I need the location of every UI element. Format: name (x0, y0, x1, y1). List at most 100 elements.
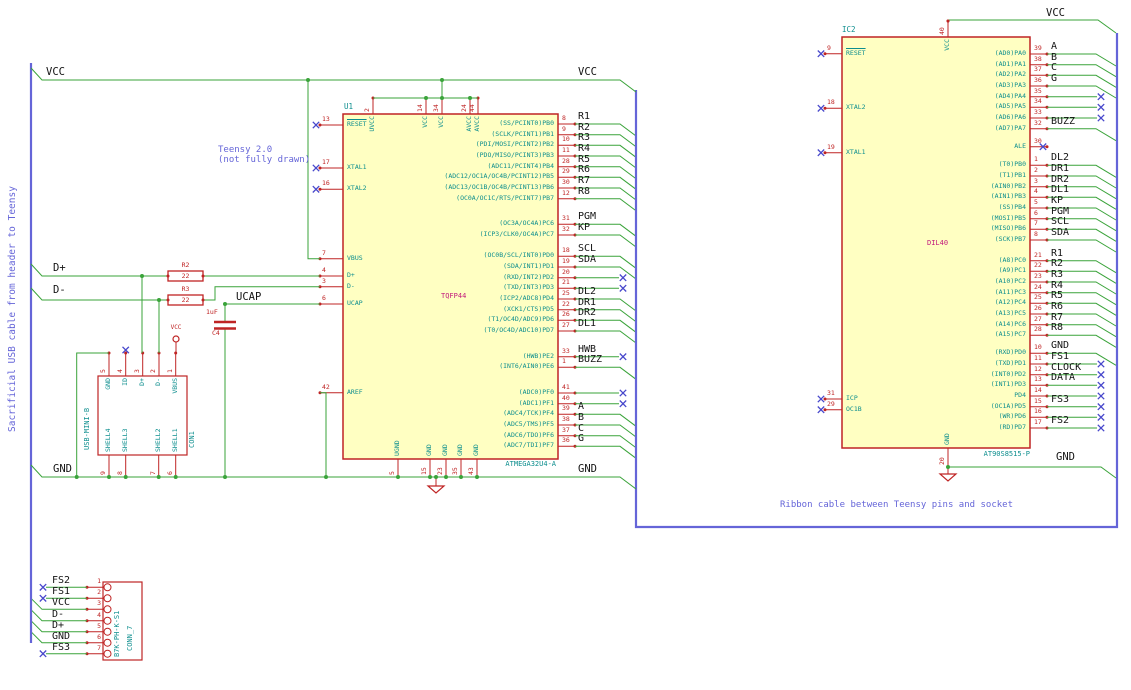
u1-reference[interactable]: U1 (344, 103, 353, 111)
net-label-G[interactable]: G (1051, 74, 1057, 84)
net-label-dminus[interactable]: D- (53, 285, 66, 296)
net-label-ucap[interactable]: UCAP (236, 292, 261, 303)
no-connect-icon (312, 121, 320, 129)
net-label-R4[interactable]: R4 (578, 144, 590, 154)
net-label-PGM[interactable]: PGM (1051, 206, 1069, 217)
net-label-DL1[interactable]: DL1 (578, 319, 596, 329)
pin-name: (ICP2/ADC8)PD4 (499, 294, 554, 302)
net-label-DR1[interactable]: DR1 (1051, 164, 1069, 174)
r2-value[interactable]: 22 (168, 273, 203, 280)
net-label-R8[interactable]: R8 (578, 186, 590, 197)
con1-value[interactable]: USB-MINI-B (83, 408, 91, 450)
net-label-SCL[interactable]: SCL (578, 244, 596, 254)
pin-circle (103, 649, 112, 658)
c4-reference[interactable]: C4 (212, 330, 220, 337)
net-label-C[interactable]: C (578, 423, 584, 434)
pin-circle (103, 583, 112, 592)
net-label-R6[interactable]: R6 (1051, 302, 1063, 312)
u1-value[interactable]: ATMEGA32U4-A (430, 461, 556, 468)
net-label-PGM[interactable]: PGM (578, 212, 596, 222)
junction-dot (306, 78, 310, 82)
note-ribbon-cable[interactable]: Ribbon cable between Teensy pins and soc… (780, 501, 1013, 510)
net-label-R2[interactable]: R2 (578, 122, 590, 133)
pin-number: 7 (148, 471, 157, 475)
net-label-gnd[interactable]: GND (53, 464, 72, 475)
net-label-GND[interactable]: GND (52, 631, 70, 642)
pin-number: 4 (115, 369, 124, 373)
no-connect-icon (1097, 403, 1105, 411)
net-label-FS3[interactable]: FS3 (52, 642, 70, 653)
net-label-D+[interactable]: D+ (52, 620, 64, 631)
net-label-R3[interactable]: R3 (578, 133, 590, 143)
net-label-R7[interactable]: R7 (1051, 312, 1063, 323)
net-label-gnd[interactable]: GND (578, 464, 597, 475)
net-label-BUZZ[interactable]: BUZZ (1051, 116, 1075, 127)
note-teensy-line1[interactable]: Teensy 2.0 (218, 146, 272, 155)
no-connect-icon (312, 185, 320, 193)
net-label-B[interactable]: B (578, 413, 584, 423)
net-label-R3[interactable]: R3 (1051, 270, 1063, 280)
net-label-vcc[interactable]: VCC (46, 67, 65, 78)
net-label-KP[interactable]: KP (578, 223, 590, 233)
net-label-FS1[interactable]: FS1 (1051, 352, 1069, 362)
net-label-DR2[interactable]: DR2 (1051, 174, 1069, 185)
conn7-value[interactable]: B7K-PH-K-S1 (113, 611, 121, 657)
net-label-DL1[interactable]: DL1 (1051, 185, 1069, 195)
net-label-R1[interactable]: R1 (578, 112, 590, 122)
net-label-FS2[interactable]: FS2 (1051, 416, 1069, 426)
note-teensy-line2[interactable]: (not fully drawn) (218, 156, 310, 165)
r3-reference[interactable]: R3 (168, 286, 203, 293)
net-label-VCC[interactable]: VCC (52, 598, 70, 608)
pin-name: UVCC (368, 116, 376, 132)
net-label-FS3[interactable]: FS3 (1051, 394, 1069, 405)
pin-number: 6 (97, 632, 101, 641)
pin-number: 8 (115, 471, 124, 475)
net-label-R1[interactable]: R1 (1051, 248, 1063, 259)
net-label-R5[interactable]: R5 (1051, 291, 1063, 301)
net-label-R6[interactable]: R6 (578, 165, 590, 175)
net-label-A[interactable]: A (1051, 42, 1057, 52)
net-label-SDA[interactable]: SDA (578, 255, 596, 265)
conn7-reference[interactable]: CONN_7 (126, 626, 134, 651)
net-label-BUZZ[interactable]: BUZZ (578, 355, 602, 365)
net-label-CLOCK[interactable]: CLOCK (1051, 362, 1081, 373)
net-label-R8[interactable]: R8 (1051, 323, 1063, 333)
net-label-DATA[interactable]: DATA (1051, 373, 1075, 383)
c4-value[interactable]: 1uF (206, 309, 218, 316)
net-label-SCL[interactable]: SCL (1051, 217, 1069, 227)
ic2-reference[interactable]: IC2 (842, 26, 856, 34)
net-label-dplus[interactable]: D+ (53, 263, 66, 274)
note-sacrificial-usb[interactable]: Sacrificial USB cable from header to Tee… (7, 186, 18, 432)
r2-reference[interactable]: R2 (168, 262, 203, 269)
net-label-KP[interactable]: KP (1051, 196, 1063, 206)
pin-number: 10 (562, 135, 570, 144)
no-connect-icon (1097, 392, 1105, 400)
net-label-gnd[interactable]: GND (1056, 452, 1075, 463)
net-label-D-[interactable]: D- (52, 609, 64, 620)
net-label-G[interactable]: G (578, 434, 584, 444)
pin-name: SHELL4 (104, 428, 112, 452)
net-label-DR1[interactable]: DR1 (578, 297, 596, 308)
net-label-C[interactable]: C (1051, 63, 1057, 73)
net-label-vcc[interactable]: VCC (1046, 8, 1065, 19)
net-label-A[interactable]: A (578, 402, 584, 412)
net-label-SDA[interactable]: SDA (1051, 228, 1069, 238)
pin-name: (ADC13/OC1B/OC4B/PCINT13)PB6 (444, 183, 554, 191)
net-label-DL2[interactable]: DL2 (1051, 153, 1069, 163)
net-label-FS1[interactable]: FS1 (52, 587, 70, 597)
net-label-FS2[interactable]: FS2 (52, 576, 70, 586)
con1-reference[interactable]: CON1 (188, 431, 196, 448)
net-label-DR2[interactable]: DR2 (578, 308, 596, 318)
pin-number: 17 (322, 158, 330, 166)
net-label-B[interactable]: B (1051, 52, 1057, 63)
pin-name: (SS)PB4 (998, 203, 1026, 211)
net-label-R2[interactable]: R2 (1051, 259, 1063, 269)
net-label-R5[interactable]: R5 (578, 154, 590, 165)
net-label-DL2[interactable]: DL2 (578, 287, 596, 297)
net-label-HWB[interactable]: HWB (578, 344, 596, 355)
r3-value[interactable]: 22 (168, 297, 203, 304)
net-label-vcc[interactable]: VCC (578, 67, 597, 78)
net-label-GND[interactable]: GND (1051, 341, 1069, 351)
net-label-R7[interactable]: R7 (578, 176, 590, 186)
net-label-R4[interactable]: R4 (1051, 280, 1063, 291)
